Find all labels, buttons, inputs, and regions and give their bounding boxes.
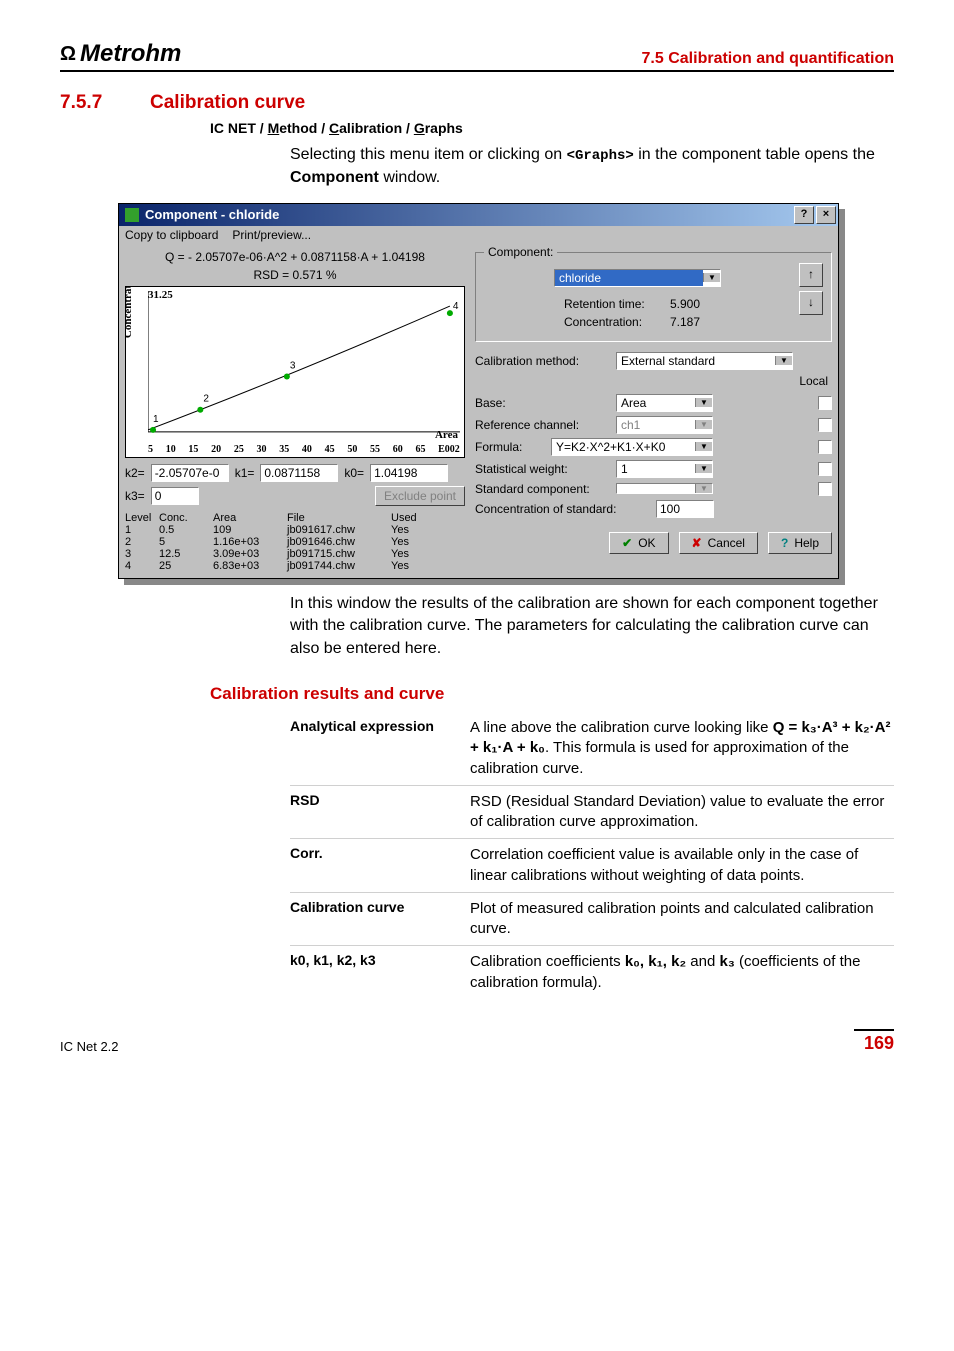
level-table: Level Conc. Area File Used 10.5109jb0916… bbox=[125, 512, 465, 572]
brand: Ω Metrohm bbox=[60, 40, 181, 68]
component-group: Component: chloride ▼ Ret bbox=[475, 252, 832, 342]
k1-input[interactable]: 0.0871158 bbox=[260, 464, 338, 482]
page-number: 169 bbox=[854, 1029, 894, 1054]
chevron-down-icon: ▼ bbox=[695, 442, 712, 451]
ref-local-checkbox[interactable] bbox=[818, 418, 832, 432]
k1-label: k1= bbox=[235, 466, 255, 480]
svg-text:2: 2 bbox=[203, 394, 209, 405]
question-icon: ? bbox=[781, 536, 788, 550]
stat-select[interactable]: 1▼ bbox=[616, 460, 713, 478]
calibration-plot: Concentration 31.25 Area 1 2 3 4 bbox=[125, 286, 465, 458]
def-key: Calibration curve bbox=[290, 899, 470, 940]
formula-select[interactable]: Y=K2·X^2+K1·X+K0▼ bbox=[551, 438, 713, 456]
formula-local-checkbox[interactable] bbox=[818, 440, 832, 454]
cal-method-select[interactable]: External standard ▼ bbox=[616, 352, 793, 370]
retention-value: 5.900 bbox=[670, 297, 700, 311]
stat-local-checkbox[interactable] bbox=[818, 462, 832, 476]
base-local-checkbox[interactable] bbox=[818, 396, 832, 410]
k0-input[interactable]: 1.04198 bbox=[370, 464, 448, 482]
menu-copy[interactable]: Copy to clipboard bbox=[125, 228, 218, 242]
chevron-down-icon: ▼ bbox=[695, 420, 712, 429]
def-val: Correlation coefficient value is availab… bbox=[470, 845, 894, 886]
exclude-point-button[interactable]: Exclude point bbox=[375, 486, 465, 506]
svg-text:3: 3 bbox=[290, 360, 296, 371]
svg-text:1: 1 bbox=[153, 414, 159, 425]
k2-input[interactable]: -2.05707e-0 bbox=[151, 464, 229, 482]
ref-label: Reference channel: bbox=[475, 418, 610, 432]
stat-label: Statistical weight: bbox=[475, 462, 610, 476]
menu-print[interactable]: Print/preview... bbox=[232, 228, 311, 242]
cs-input[interactable]: 100 bbox=[656, 500, 714, 518]
table-row: 4256.83e+03jb091744.chwYes bbox=[125, 560, 465, 572]
formula-label: Formula: bbox=[475, 440, 545, 454]
footer-left: IC Net 2.2 bbox=[60, 1039, 119, 1054]
help-titlebar-button[interactable]: ? bbox=[794, 206, 814, 224]
chevron-down-icon: ▼ bbox=[775, 356, 792, 365]
after-text: In this window the results of the calibr… bbox=[290, 593, 894, 660]
help-button[interactable]: ?Help bbox=[768, 532, 832, 554]
check-icon: ✔ bbox=[622, 536, 632, 550]
table-row: 10.5109jb091617.chwYes bbox=[125, 524, 465, 536]
std-label: Standard component: bbox=[475, 482, 610, 496]
k3-label: k3= bbox=[125, 489, 145, 503]
close-titlebar-button[interactable]: × bbox=[816, 206, 836, 224]
def-key: Corr. bbox=[290, 845, 470, 886]
k3-input[interactable]: 0 bbox=[151, 487, 199, 505]
component-up-button[interactable]: ↑ bbox=[799, 263, 823, 287]
menubar: Copy to clipboard Print/preview... bbox=[119, 226, 838, 244]
svg-text:4: 4 bbox=[453, 301, 459, 312]
table-row: 251.16e+03jb091646.chwYes bbox=[125, 536, 465, 548]
concentration-value: 7.187 bbox=[670, 315, 700, 329]
cal-method-label: Calibration method: bbox=[475, 354, 610, 368]
def-val: Calibration coefficients k₀, k₁, k₂ and … bbox=[470, 952, 894, 993]
def-val: RSD (Residual Standard Deviation) value … bbox=[470, 792, 894, 833]
chevron-down-icon: ▼ bbox=[695, 464, 712, 473]
table-row: 312.53.09e+03jb091715.chwYes bbox=[125, 548, 465, 560]
definition-table: Analytical expression A line above the c… bbox=[290, 712, 894, 999]
base-label: Base: bbox=[475, 396, 610, 410]
ok-button[interactable]: ✔OK bbox=[609, 532, 668, 554]
component-select[interactable]: chloride ▼ bbox=[554, 269, 721, 287]
brand-icon: Ω bbox=[60, 43, 76, 66]
concentration-label: Concentration: bbox=[564, 315, 664, 329]
base-select[interactable]: Area▼ bbox=[616, 394, 713, 412]
std-local-checkbox[interactable] bbox=[818, 482, 832, 496]
component-window: Component - chloride ? × Copy to clipboa… bbox=[118, 203, 839, 579]
def-val: Plot of measured calibration points and … bbox=[470, 899, 894, 940]
plot-svg: 1 2 3 4 bbox=[148, 291, 460, 442]
plot-ylabel: Concentration bbox=[125, 286, 134, 338]
brand-text: Metrohm bbox=[80, 40, 181, 68]
intro-text: Selecting this menu item or clicking on … bbox=[290, 144, 894, 189]
subsection-title: Calibration results and curve bbox=[210, 684, 894, 704]
cancel-button[interactable]: ✘Cancel bbox=[679, 532, 758, 554]
def-val: A line above the calibration curve looki… bbox=[470, 718, 894, 779]
rsd-value: RSD = 0.571 % bbox=[125, 268, 465, 282]
chevron-down-icon: ▼ bbox=[703, 273, 720, 282]
section-title: Calibration curve bbox=[150, 92, 305, 114]
fit-formula: Q = - 2.05707e-06·A^2 + 0.0871158·A + 1.… bbox=[125, 250, 465, 264]
header-section: 7.5 Calibration and quantification bbox=[642, 50, 894, 68]
std-select[interactable]: ▼ bbox=[616, 483, 713, 494]
k2-label: k2= bbox=[125, 466, 145, 480]
ref-select[interactable]: ch1▼ bbox=[616, 416, 713, 434]
menu-path: IC NET / Method / Calibration / Graphs bbox=[210, 120, 894, 136]
x-icon: ✘ bbox=[692, 536, 702, 550]
plot-xticks: 5101520253035404550556065E002 bbox=[148, 444, 460, 455]
component-down-button[interactable]: ↓ bbox=[799, 291, 823, 315]
chevron-down-icon: ▼ bbox=[695, 398, 712, 407]
window-icon bbox=[125, 208, 139, 222]
k0-label: k0= bbox=[344, 466, 364, 480]
def-key: k0, k1, k2, k3 bbox=[290, 952, 470, 993]
def-key: RSD bbox=[290, 792, 470, 833]
chevron-down-icon: ▼ bbox=[695, 484, 712, 493]
section-number: 7.5.7 bbox=[60, 92, 120, 114]
titlebar: Component - chloride ? × bbox=[119, 204, 838, 226]
component-group-label: Component: bbox=[484, 245, 557, 259]
cs-label: Concentration of standard: bbox=[475, 502, 650, 516]
def-key: Analytical expression bbox=[290, 718, 470, 779]
retention-label: Retention time: bbox=[564, 297, 664, 311]
window-title: Component - chloride bbox=[145, 207, 279, 222]
local-label: Local bbox=[475, 374, 828, 388]
